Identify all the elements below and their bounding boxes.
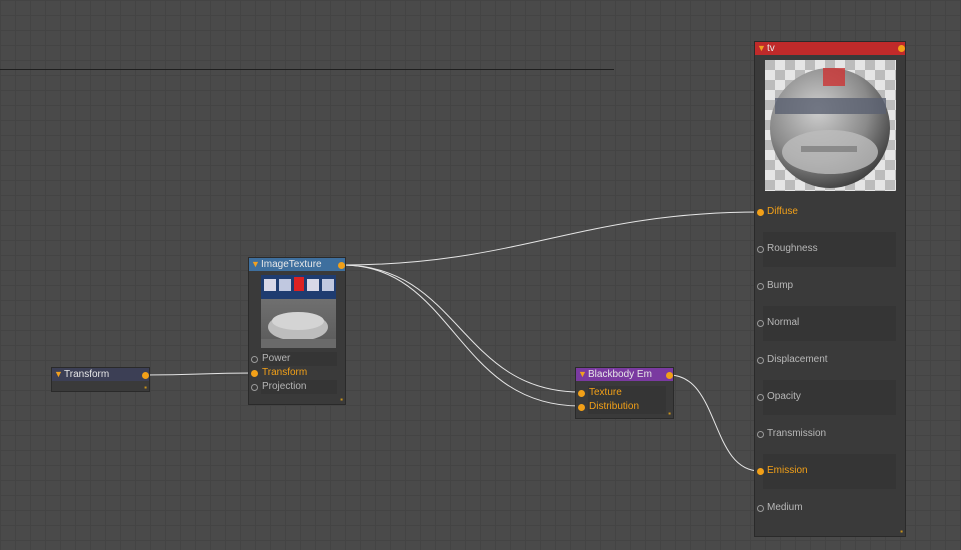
- input-diffuse[interactable]: Diffuse: [755, 194, 905, 231]
- input-pin[interactable]: [757, 283, 764, 290]
- input-pin[interactable]: [251, 370, 258, 377]
- input-label: Bump: [767, 280, 794, 291]
- resize-grip-icon[interactable]: ▪: [338, 396, 345, 404]
- input-emission[interactable]: Emission: [755, 453, 905, 490]
- input-power[interactable]: Power: [249, 352, 345, 366]
- input-label: Normal: [767, 317, 800, 328]
- input-label: Opacity: [767, 391, 801, 402]
- imagetexture-node[interactable]: ▼ ImageTexture Power Transform Projectio…: [248, 257, 346, 405]
- input-medium[interactable]: Medium: [755, 490, 905, 527]
- input-pin[interactable]: [578, 390, 585, 397]
- input-displacement[interactable]: Displacement: [755, 342, 905, 379]
- input-pin[interactable]: [578, 404, 585, 411]
- input-pin[interactable]: [757, 431, 764, 438]
- input-bump[interactable]: Bump: [755, 268, 905, 305]
- wire-transform-to-imagetexture: [144, 372, 254, 376]
- output-pin[interactable]: [142, 372, 149, 379]
- resize-grip-icon[interactable]: ▪: [898, 528, 905, 536]
- collapse-triangle-icon[interactable]: ▼: [578, 368, 588, 381]
- node-title: tv: [767, 43, 775, 54]
- input-pin[interactable]: [757, 246, 764, 253]
- blackbody-node[interactable]: ▼ Blackbody Em Texture Distribution ▪: [575, 367, 674, 419]
- input-pin[interactable]: [757, 468, 764, 475]
- input-label: Transform: [262, 367, 308, 378]
- resize-grip-icon[interactable]: ▪: [142, 384, 149, 392]
- wire-imagetexture-to-diffuse: [341, 211, 761, 266]
- input-distribution[interactable]: Distribution: [576, 400, 673, 414]
- input-projection[interactable]: Projection: [249, 380, 345, 394]
- output-pin[interactable]: [898, 45, 905, 52]
- node-title: Transform: [64, 369, 110, 380]
- wire-imagetexture-to-distribution: [341, 264, 581, 407]
- material-preview-image: [765, 60, 896, 191]
- transform-node-header[interactable]: ▼ Transform: [52, 368, 149, 381]
- tv-node-header[interactable]: ▼ tv: [755, 42, 905, 55]
- input-transform[interactable]: Transform: [249, 366, 345, 380]
- input-roughness[interactable]: Roughness: [755, 231, 905, 268]
- input-label: Diffuse: [767, 206, 798, 217]
- input-label: Power: [262, 353, 291, 364]
- input-texture[interactable]: Texture: [576, 386, 673, 400]
- blackbody-node-header[interactable]: ▼ Blackbody Em: [576, 368, 673, 381]
- tv-material-node[interactable]: ▼ tv Diffuse Roughness Bump Normal Displ…: [754, 41, 906, 537]
- input-opacity[interactable]: Opacity: [755, 379, 905, 416]
- imagetexture-node-header[interactable]: ▼ ImageTexture: [249, 258, 345, 271]
- input-label: Displacement: [767, 354, 828, 365]
- texture-preview-image: [261, 275, 336, 348]
- collapse-triangle-icon[interactable]: ▼: [251, 258, 261, 271]
- input-label: Distribution: [589, 401, 640, 412]
- resize-grip-icon[interactable]: ▪: [666, 410, 673, 418]
- input-pin[interactable]: [757, 320, 764, 327]
- divider-line: [0, 69, 614, 70]
- wire-blackbody-to-emission: [668, 374, 761, 472]
- node-title: Blackbody Em: [588, 369, 652, 380]
- node-graph-canvas[interactable]: ▼ Transform ▪ ▼ ImageTexture Power Trans…: [0, 0, 961, 550]
- input-pin[interactable]: [757, 209, 764, 216]
- input-label: Texture: [589, 387, 622, 398]
- transform-node[interactable]: ▼ Transform ▪: [51, 367, 150, 392]
- input-pin[interactable]: [757, 394, 764, 401]
- node-title: ImageTexture: [261, 259, 322, 270]
- input-pin[interactable]: [757, 505, 764, 512]
- collapse-triangle-icon[interactable]: ▼: [54, 368, 64, 381]
- input-label: Projection: [262, 381, 307, 392]
- wire-imagetexture-to-texture: [341, 264, 581, 393]
- input-label: Medium: [767, 502, 803, 513]
- output-pin[interactable]: [338, 262, 345, 269]
- input-label: Roughness: [767, 243, 818, 254]
- input-pin[interactable]: [251, 384, 258, 391]
- output-pin[interactable]: [666, 372, 673, 379]
- input-pin[interactable]: [757, 357, 764, 364]
- input-normal[interactable]: Normal: [755, 305, 905, 342]
- input-label: Transmission: [767, 428, 827, 439]
- collapse-triangle-icon[interactable]: ▼: [757, 42, 767, 55]
- input-transmission[interactable]: Transmission: [755, 416, 905, 453]
- input-pin[interactable]: [251, 356, 258, 363]
- input-label: Emission: [767, 465, 808, 476]
